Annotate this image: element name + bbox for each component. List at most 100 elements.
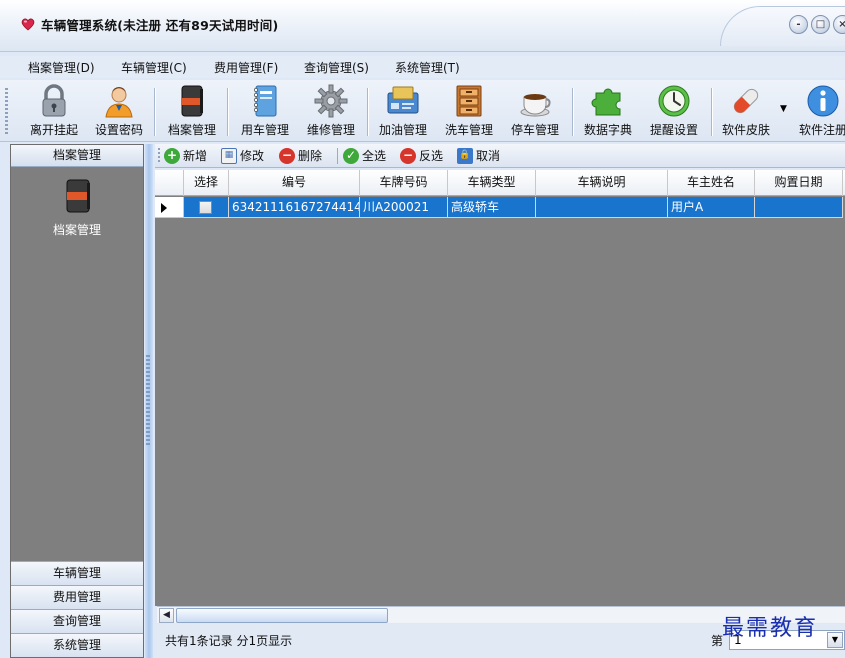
lock-icon: [42, 84, 66, 117]
cell-id[interactable]: 634211161672744141: [229, 197, 360, 218]
puzzle-icon: [591, 88, 621, 116]
tool-label: 离开挂起: [29, 123, 78, 137]
watermark-text: 最需教育: [722, 616, 819, 641]
lock-icon: 🔒: [457, 148, 473, 164]
chevron-down-icon[interactable]: ▼: [827, 632, 843, 648]
card-reader-icon: [387, 86, 419, 114]
grid-edit-icon: ▦: [221, 148, 237, 164]
edit-button[interactable]: ▦ 修改: [221, 147, 264, 165]
add-button[interactable]: + 新增: [164, 147, 207, 165]
menu-archive[interactable]: 档案管理(D): [28, 59, 95, 76]
scroll-thumb[interactable]: [176, 608, 388, 623]
header-indicator: [155, 170, 184, 196]
record-count-text: 共有1条记录 分1页显示: [165, 634, 293, 648]
cell-desc[interactable]: [536, 197, 668, 218]
current-row-arrow-icon: [161, 203, 167, 213]
column-header-desc[interactable]: 车辆说明: [536, 170, 668, 196]
tool-label: 提醒设置: [649, 123, 698, 137]
spiral-book-icon: [254, 85, 277, 117]
tool-label: 用车管理: [240, 123, 289, 137]
tool-label: 数据字典: [583, 123, 632, 137]
cell-select[interactable]: [184, 197, 229, 218]
table-row[interactable]: 634211161672744141 川A200021 高级轿车 用户A: [155, 197, 845, 218]
nav-section-query[interactable]: 查询管理: [11, 609, 143, 633]
row-indicator[interactable]: [155, 197, 184, 218]
user-icon: [105, 87, 133, 118]
tool-refuel[interactable]: 加油管理: [372, 80, 434, 140]
check-icon: ✓: [343, 148, 359, 164]
delete-button[interactable]: − 删除: [279, 147, 322, 165]
column-header-type[interactable]: 车辆类型: [448, 170, 536, 196]
tool-car-wash[interactable]: 洗车管理: [438, 80, 500, 140]
menu-expense[interactable]: 费用管理(F): [214, 59, 278, 76]
toolbar-separator: [572, 88, 573, 136]
toolbar-separator: [711, 88, 712, 136]
menu-query[interactable]: 查询管理(S): [304, 59, 369, 76]
minus-icon: −: [279, 148, 295, 164]
nav-header[interactable]: 档案管理: [11, 145, 143, 167]
tool-parking[interactable]: 停车管理: [504, 80, 566, 140]
capsule-icon: [733, 88, 759, 114]
column-header-id[interactable]: 编号: [229, 170, 360, 196]
menu-bar: 档案管理(D) 车辆管理(C) 费用管理(F) 查询管理(S) 系统管理(T): [0, 56, 845, 78]
tool-label: 档案管理: [167, 123, 216, 137]
maximize-button[interactable]: □: [811, 15, 830, 34]
tool-archive[interactable]: 档案管理: [161, 80, 223, 140]
nav-item-archive[interactable]: 档案管理: [11, 179, 143, 239]
splitter-grip: [146, 355, 150, 445]
action-separator: [337, 148, 338, 164]
cancel-button[interactable]: 🔒 取消: [457, 147, 500, 165]
nav-section-vehicle[interactable]: 车辆管理: [11, 561, 143, 585]
add-label: 新增: [183, 149, 208, 163]
toolbar-separator: [154, 88, 155, 136]
tool-data-dictionary[interactable]: 数据字典: [576, 80, 640, 140]
tool-skin[interactable]: 软件皮肤: [713, 80, 779, 140]
toolbar-separator: [367, 88, 368, 136]
tool-repair[interactable]: 维修管理: [299, 80, 363, 140]
tool-label: 软件皮肤: [721, 123, 770, 137]
cell-date[interactable]: [755, 197, 843, 218]
info-icon: [807, 85, 839, 117]
navigation-panel: 档案管理 档案管理 车辆管理 费用管理 查询管理 系统管理: [10, 144, 144, 658]
cabinet-icon: [456, 85, 482, 117]
cell-owner[interactable]: 用户A: [668, 197, 755, 218]
row-checkbox[interactable]: [199, 201, 212, 214]
minus-icon: −: [400, 148, 416, 164]
skin-dropdown-arrow-icon[interactable]: ▼: [780, 104, 787, 114]
column-header-owner[interactable]: 车主姓名: [668, 170, 755, 196]
tool-register[interactable]: 软件注册: [791, 80, 845, 140]
select-all-label: 全选: [362, 149, 387, 163]
invert-selection-label: 反选: [419, 149, 444, 163]
scroll-left-button[interactable]: ◀: [159, 608, 174, 623]
gear-icon: [314, 84, 348, 118]
tool-label: 设置密码: [94, 123, 143, 137]
select-all-button[interactable]: ✓ 全选: [343, 147, 386, 165]
notebook-icon: [66, 179, 90, 213]
window-title: 车辆管理系统(未注册 还有89天试用时间): [41, 18, 279, 33]
menu-vehicle[interactable]: 车辆管理(C): [121, 59, 187, 76]
invert-selection-button[interactable]: − 反选: [400, 147, 443, 165]
tool-reminder[interactable]: 提醒设置: [642, 80, 706, 140]
tool-car-usage[interactable]: 用车管理: [233, 80, 297, 140]
notebook-icon: [181, 85, 203, 117]
minimize-button[interactable]: -: [789, 15, 808, 34]
column-header-date[interactable]: 购置日期: [755, 170, 843, 196]
tool-set-password[interactable]: 设置密码: [88, 80, 150, 140]
grid-header: 选择 编号 车牌号码 车辆类型 车辆说明 车主姓名 购置日期: [155, 170, 845, 196]
app-heart-icon: [21, 18, 35, 31]
tool-label: 软件注册: [798, 123, 845, 137]
tool-label: 停车管理: [510, 123, 559, 137]
coffee-cup-icon: [520, 94, 551, 117]
nav-section-system[interactable]: 系统管理: [11, 633, 143, 657]
cell-plate[interactable]: 川A200021: [360, 197, 448, 218]
nav-section-expense[interactable]: 费用管理: [11, 585, 143, 609]
column-header-plate[interactable]: 车牌号码: [360, 170, 448, 196]
action-bar-grip: [158, 148, 160, 164]
column-header-select[interactable]: 选择: [184, 170, 229, 196]
menu-system[interactable]: 系统管理(T): [395, 59, 460, 76]
clock-icon: [658, 85, 690, 117]
close-button[interactable]: ×: [833, 15, 845, 34]
tool-leave-suspend[interactable]: 离开挂起: [22, 80, 86, 140]
cell-type[interactable]: 高级轿车: [448, 197, 536, 218]
edit-label: 修改: [240, 149, 265, 163]
